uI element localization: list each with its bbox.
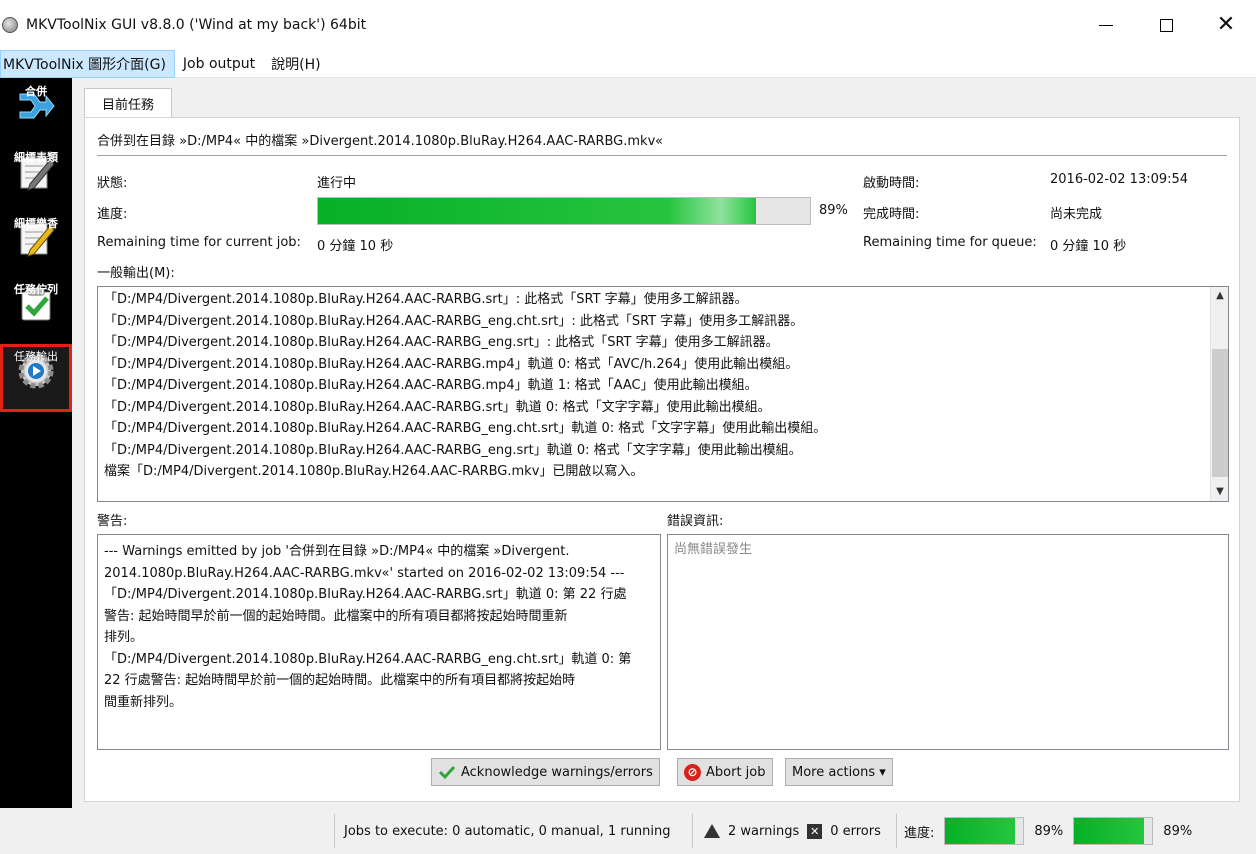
abort-icon: ⊘ — [684, 763, 701, 781]
progress-label: 進度: — [97, 207, 128, 222]
sidebar-item-label: 任務輸出 — [14, 350, 58, 363]
acknowledge-button[interactable]: Acknowledge warnings/errors — [431, 758, 660, 786]
finish-time-label: 完成時間: — [863, 207, 920, 222]
warning-line: --- Warnings emitted by job '合併到在目錄 »D:/… — [104, 544, 570, 559]
statusbar-job-progress-fill — [945, 818, 1015, 844]
jobs-to-execute: Jobs to execute: 0 automatic, 0 manual, … — [344, 823, 671, 839]
job-progress-fill — [318, 198, 756, 224]
scroll-up-icon[interactable]: ▲ — [1211, 287, 1228, 305]
warning-line: 排列。 — [104, 630, 144, 645]
app-icon — [2, 17, 18, 33]
sidebar-item-label: 細標樂香 — [14, 217, 58, 230]
errors-box[interactable]: 尚無錯誤發生 — [667, 534, 1229, 750]
output-scrollbar[interactable]: ▲ ▼ — [1210, 287, 1228, 501]
tab-current-job[interactable]: 目前任務 — [84, 88, 172, 118]
statusbar-progress-label: 進度: — [904, 825, 935, 841]
status-bar: Jobs to execute: 0 automatic, 0 manual, … — [0, 808, 1256, 854]
sidebar-item-header-editor[interactable]: 細標表類 — [0, 148, 72, 216]
log-line: 「D:/MP4/Divergent.2014.1080p.BluRay.H264… — [104, 442, 802, 458]
job-description: 合併到在目錄 »D:/MP4« 中的檔案 »Divergent.2014.108… — [97, 130, 1227, 156]
status-separator — [692, 814, 693, 848]
job-progress-bar — [317, 197, 811, 225]
sidebar-item-chapter-editor[interactable]: 細標樂香 — [0, 214, 72, 282]
abort-job-button[interactable]: ⊘ Abort job — [677, 758, 773, 786]
log-line: 「D:/MP4/Divergent.2014.1080p.BluRay.H264… — [104, 421, 827, 436]
finish-time-value: 尚未完成 — [1050, 207, 1103, 222]
warning-line: 22 行處警告: 起始時間早於前一個的起始時間。此檔案中的所有項目都將按起始時 — [104, 673, 576, 688]
window-controls: ✕ — [1076, 0, 1256, 50]
status-separator — [896, 814, 897, 848]
minimize-icon — [1099, 24, 1113, 26]
output-label: 一般輸出(M): — [97, 266, 175, 281]
sidebar-item-label: 細標表類 — [14, 151, 58, 164]
warning-line: 2014.1080p.BluRay.H264.AAC-RARBG.mkv«' s… — [104, 565, 625, 581]
log-line: 檔案「D:/MP4/Divergent.2014.1080p.BluRay.H2… — [104, 464, 644, 479]
statusbar-job-progress — [944, 817, 1025, 845]
main-area: 目前任務 合併到在目錄 »D:/MP4« 中的檔案 »Divergent.201… — [72, 78, 1256, 808]
check-icon — [438, 763, 456, 781]
warnings-box[interactable]: --- Warnings emitted by job '合併到在目錄 »D:/… — [97, 534, 661, 750]
close-icon: ✕ — [1216, 12, 1236, 37]
remaining-job-value: 0 分鐘 10 秒 — [317, 239, 394, 254]
maximize-button[interactable] — [1136, 0, 1196, 50]
maximize-icon — [1159, 18, 1173, 32]
scroll-down-icon[interactable]: ▼ — [1211, 483, 1228, 501]
overall-progress: 進度: 89% 89% — [904, 808, 1192, 854]
window-title: MKVToolNix GUI v8.8.0 ('Wind at my back'… — [26, 17, 367, 33]
title-bar: MKVToolNix GUI v8.8.0 ('Wind at my back'… — [0, 0, 1256, 50]
status-separator — [334, 814, 335, 848]
warnings-label: 警告: — [97, 514, 128, 529]
status-label: 狀態: — [97, 176, 128, 191]
menu-job-output[interactable]: Job output — [175, 53, 263, 75]
log-line: 「D:/MP4/Divergent.2014.1080p.BluRay.H264… — [104, 313, 804, 329]
log-line: 「D:/MP4/Divergent.2014.1080p.BluRay.H264… — [104, 335, 779, 350]
statusbar-total-progress-fill — [1074, 818, 1144, 844]
menu-help[interactable]: 說明(H) — [263, 51, 328, 77]
more-actions-button[interactable]: More actions ▾ — [785, 758, 893, 786]
log-line: 「D:/MP4/Divergent.2014.1080p.BluRay.H264… — [104, 378, 758, 393]
sidebar-item-label: 合併 — [25, 85, 47, 98]
sidebar: 合併 細標表類 細標樂香 任務佇列 任務輸出 — [0, 78, 72, 854]
sidebar-item-merge[interactable]: 合併 — [0, 82, 72, 150]
more-actions-label: More actions ▾ — [792, 764, 886, 780]
scroll-thumb[interactable] — [1212, 349, 1228, 477]
minimize-button[interactable] — [1076, 0, 1136, 50]
errors-count-label: 0 errors — [830, 823, 881, 839]
remaining-queue-value: 0 分鐘 10 秒 — [1050, 239, 1127, 254]
abort-label: Abort job — [706, 764, 766, 780]
log-line: 「D:/MP4/Divergent.2014.1080p.BluRay.H264… — [104, 399, 771, 415]
statusbar-total-progress — [1073, 817, 1154, 845]
remaining-job-label: Remaining time for current job: — [97, 235, 301, 250]
sidebar-item-job-output[interactable]: 任務輸出 — [0, 344, 72, 412]
error-icon: ✕ — [807, 823, 823, 839]
menu-mkvtoolnix[interactable]: MKVToolNix 圖形介面(G) — [0, 49, 175, 78]
sidebar-item-label: 任務佇列 — [14, 283, 58, 296]
warning-icon — [704, 824, 720, 838]
errors-label: 錯誤資訊: — [667, 514, 724, 529]
progress-percent: 89% — [819, 203, 848, 218]
menu-bar: MKVToolNix 圖形介面(G) Job output 說明(H) — [0, 49, 1256, 78]
log-line: 「D:/MP4/Divergent.2014.1080p.BluRay.H264… — [104, 292, 748, 307]
warning-line: 「D:/MP4/Divergent.2014.1080p.BluRay.H264… — [104, 651, 632, 667]
warnings-count-label: 2 warnings — [728, 823, 800, 839]
close-button[interactable]: ✕ — [1196, 0, 1256, 50]
remaining-queue-label: Remaining time for queue: — [863, 235, 1037, 250]
output-log[interactable]: 「D:/MP4/Divergent.2014.1080p.BluRay.H264… — [97, 286, 1229, 502]
warnings-count[interactable]: 2 warnings ✕ 0 errors — [704, 808, 881, 854]
statusbar-job-progress-text: 89% — [1034, 823, 1064, 839]
errors-text: 尚無錯誤發生 — [674, 542, 753, 557]
statusbar-total-progress-text: 89% — [1163, 823, 1193, 839]
start-time-label: 啟動時間: — [863, 176, 920, 191]
sidebar-item-job-queue[interactable]: 任務佇列 — [0, 280, 72, 348]
status-value: 進行中 — [317, 176, 357, 191]
warning-line: 警告: 起始時間早於前一個的起始時間。此檔案中的所有項目都將按起始時間重新 — [104, 608, 568, 624]
current-job-panel: 合併到在目錄 »D:/MP4« 中的檔案 »Divergent.2014.108… — [84, 117, 1240, 802]
log-line: 「D:/MP4/Divergent.2014.1080p.BluRay.H264… — [104, 356, 799, 372]
warning-line: 間重新排列。 — [104, 694, 183, 710]
start-time-value: 2016-02-02 13:09:54 — [1050, 172, 1189, 187]
acknowledge-label: Acknowledge warnings/errors — [461, 764, 653, 780]
warning-line: 「D:/MP4/Divergent.2014.1080p.BluRay.H264… — [104, 587, 627, 602]
